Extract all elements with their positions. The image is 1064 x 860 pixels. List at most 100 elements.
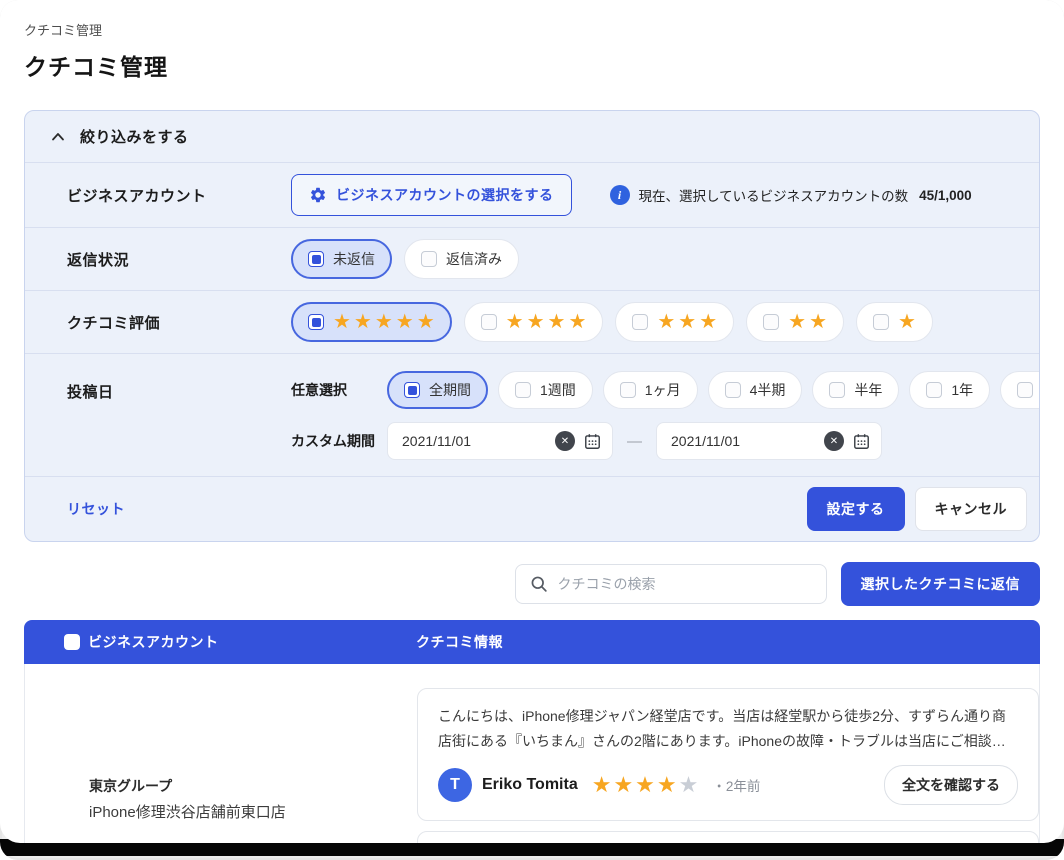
pill-rating-2[interactable]: ★★ (746, 302, 844, 342)
search-input[interactable] (558, 576, 812, 592)
reply-card: 返信 返信を編集する この度はありがとうございます。またのお越しをお待ちしており… (417, 831, 1039, 843)
calendar-icon[interactable] (852, 432, 871, 451)
stars-3-icon: ★★★ (657, 312, 720, 332)
pill-period-quarter[interactable]: 4半期 (708, 371, 803, 409)
reviewer-row: T Eriko Tomita ★★★★★ ・2年前 全文を確認する (438, 765, 1018, 805)
pill-period-1year[interactable]: 1年 (909, 371, 990, 409)
filter-row-reply-status: 返信状況 未返信 返信済み (25, 228, 1039, 291)
info-icon: i (610, 185, 630, 205)
reset-link[interactable]: リセット (67, 499, 125, 519)
checkbox-icon (926, 382, 942, 398)
checkbox-checked-icon (308, 251, 324, 267)
pill-rating-4[interactable]: ★★★★ (464, 302, 604, 342)
reply-status-label: 返信状況 (67, 249, 291, 270)
pill-unreplied[interactable]: 未返信 (291, 239, 392, 279)
pill-period-halfyear-label: 半年 (854, 380, 882, 400)
reviews-table: ビジネスアカウント クチコミ情報 東京グループ iPhone修理渋谷店舗前東口店… (24, 620, 1040, 843)
gear-icon (309, 186, 327, 204)
pill-replied-label: 返信済み (446, 249, 502, 269)
account-group-name: 東京グループ (89, 776, 405, 796)
custom-period-label: カスタム期間 (291, 431, 387, 451)
custom-period-row: カスタム期間 ✕ (291, 422, 1040, 460)
checkbox-icon (829, 382, 845, 398)
pill-rating-3[interactable]: ★★★ (615, 302, 734, 342)
pill-period-all-label: 全期間 (429, 380, 471, 400)
reviewer-name: Eriko Tomita (482, 776, 578, 794)
checkbox-icon (873, 314, 889, 330)
pill-period-halfyear[interactable]: 半年 (812, 371, 899, 409)
business-account-info-text: 現在、選択しているビジネスアカウントの数 (639, 185, 909, 205)
date-to-field: ✕ (656, 422, 882, 460)
apply-button[interactable]: 設定する (807, 487, 905, 531)
filter-row-post-date: 投稿日 任意選択 全期間 1週間 (25, 354, 1039, 477)
filter-row-rating: クチコミ評価 ★★★★★ ★★★★ ★★★ (25, 291, 1039, 354)
pill-period-1year-label: 1年 (951, 380, 973, 400)
review-text: こんにちは、iPhone修理ジャパン経堂店です。当店は経堂駅から徒歩2分、すずら… (438, 704, 1018, 754)
filter-panel: 絞り込みをする ビジネスアカウント ビジネスアカウントの選択をする i 現在、選… (24, 110, 1040, 542)
business-account-info: i 現在、選択しているビジネスアカウントの数 45/1,000 (610, 185, 972, 205)
checkbox-icon (1017, 382, 1033, 398)
toolbar: 選択したクチコミに返信 (24, 562, 1040, 606)
header-review-info: クチコミ情報 (404, 632, 1040, 652)
stars-1-icon: ★ (898, 312, 919, 332)
select-business-account-label: ビジネスアカウントの選択をする (336, 185, 554, 205)
search-icon (530, 575, 548, 593)
avatar: T (438, 768, 472, 802)
pill-rating-5[interactable]: ★★★★★ (291, 302, 452, 342)
checkbox-icon (421, 251, 437, 267)
checkbox-icon (481, 314, 497, 330)
rating-label: クチコミ評価 (67, 312, 291, 333)
clear-date-to-icon[interactable]: ✕ (824, 431, 844, 451)
post-date-label: 投稿日 (67, 381, 291, 402)
pill-period-all[interactable]: 全期間 (387, 371, 488, 409)
review-info-cell: こんにちは、iPhone修理ジャパン経堂店です。当店は経堂駅から徒歩2分、すずら… (405, 664, 1039, 843)
business-account-label: ビジネスアカウント (67, 185, 291, 206)
pill-rating-1[interactable]: ★ (856, 302, 933, 342)
stars-5-icon: ★★★★★ (333, 312, 438, 332)
checkbox-icon (620, 382, 636, 398)
date-range-separator: — (627, 433, 642, 450)
calendar-icon[interactable] (583, 432, 602, 451)
pill-period-1week-label: 1週間 (540, 380, 576, 400)
breadcrumb: クチコミ管理 (24, 20, 1040, 39)
filter-panel-footer: リセット 設定する キャンセル (25, 477, 1039, 541)
post-date-presets-row: 任意選択 全期間 1週間 (291, 371, 1040, 409)
select-all-checkbox[interactable] (64, 634, 80, 650)
checkbox-icon (515, 382, 531, 398)
stars-4-icon: ★★★★ (506, 312, 590, 332)
date-from-input[interactable] (402, 433, 547, 449)
checkbox-icon (632, 314, 648, 330)
reply-selected-button[interactable]: 選択したクチコミに返信 (841, 562, 1041, 606)
view-full-text-button[interactable]: 全文を確認する (884, 765, 1018, 805)
cancel-button[interactable]: キャンセル (915, 487, 1028, 531)
date-to-input[interactable] (671, 433, 816, 449)
checkbox-icon (763, 314, 779, 330)
checkbox-checked-icon (308, 314, 324, 330)
table-header: ビジネスアカウント クチコミ情報 (24, 620, 1040, 664)
pill-period-quarter-label: 4半期 (750, 380, 786, 400)
optional-select-label: 任意選択 (291, 380, 387, 400)
app-window: クチコミ管理 クチコミ管理 絞り込みをする ビジネスアカウント ビジネスアカ (0, 0, 1064, 843)
pill-period-1week[interactable]: 1週間 (498, 371, 593, 409)
review-card: こんにちは、iPhone修理ジャパン経堂店です。当店は経堂駅から徒歩2分、すずら… (417, 688, 1039, 821)
pill-period-1month-label: 1ヶ月 (645, 380, 681, 400)
date-from-field: ✕ (387, 422, 613, 460)
select-business-account-button[interactable]: ビジネスアカウントの選択をする (291, 174, 572, 216)
filter-panel-header[interactable]: 絞り込みをする (25, 111, 1039, 163)
account-store-name: iPhone修理渋谷店舗前東口店 (89, 801, 405, 822)
checkbox-icon (725, 382, 741, 398)
clear-date-from-icon[interactable]: ✕ (555, 431, 575, 451)
filter-panel-title: 絞り込みをする (80, 126, 189, 147)
review-stars-icon: ★★★★★ (592, 774, 701, 796)
business-account-count: 45/1,000 (919, 188, 972, 203)
stars-2-icon: ★★ (788, 312, 830, 332)
pill-replied[interactable]: 返信済み (404, 239, 519, 279)
search-box (515, 564, 827, 604)
table-row: 東京グループ iPhone修理渋谷店舗前東口店 こんにちは、iPhone修理ジャ… (24, 664, 1040, 843)
filter-row-business-account: ビジネスアカウント ビジネスアカウントの選択をする i 現在、選択しているビジネ… (25, 163, 1039, 228)
pill-period-18months[interactable]: 1年半 (1000, 371, 1040, 409)
review-time-ago: ・2年前 (712, 775, 760, 795)
chevron-up-icon (51, 132, 65, 141)
pill-unreplied-label: 未返信 (333, 249, 375, 269)
pill-period-1month[interactable]: 1ヶ月 (603, 371, 698, 409)
